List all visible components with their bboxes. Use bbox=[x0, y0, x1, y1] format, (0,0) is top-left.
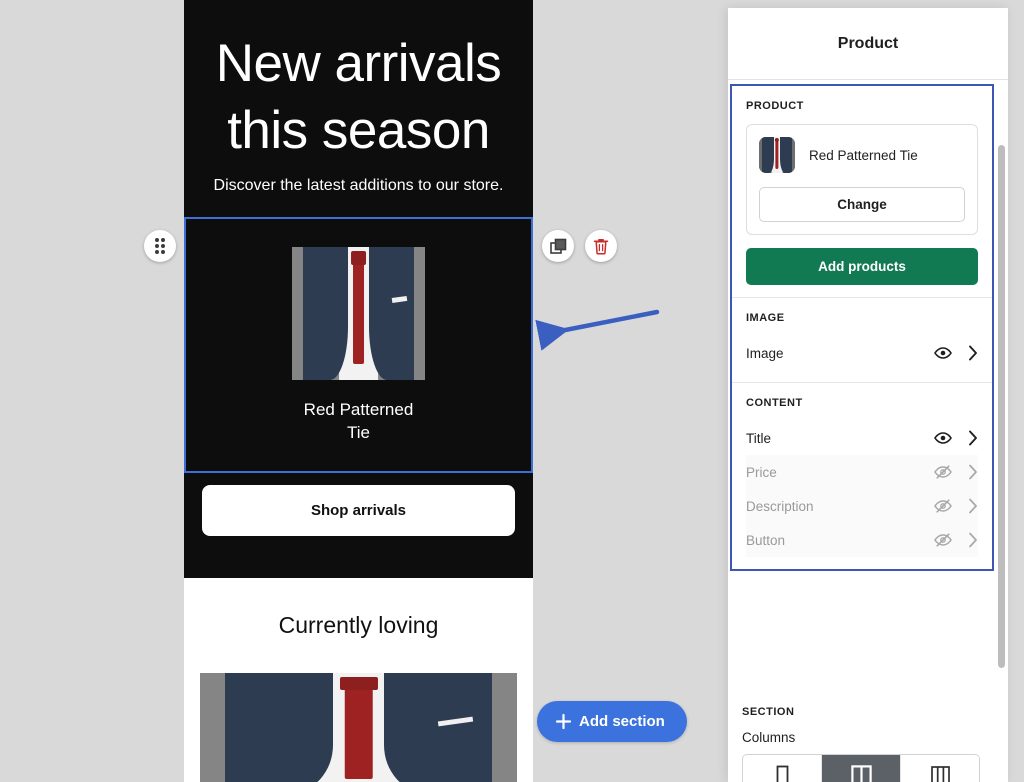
suit-illustration bbox=[200, 673, 517, 782]
columns-label: Columns bbox=[742, 730, 796, 745]
three-column-icon bbox=[930, 766, 950, 782]
product-name: Red Patterned Tie bbox=[809, 147, 918, 163]
product-settings-group: PRODUCT Red Patterned Tie Change Add pro… bbox=[732, 86, 992, 297]
product-block-image bbox=[292, 246, 425, 380]
section-settings-group: SECTION Columns bbox=[728, 692, 994, 782]
eye-off-icon[interactable] bbox=[934, 499, 952, 513]
currently-loving-title: Currently loving bbox=[278, 612, 439, 639]
eye-off-icon[interactable] bbox=[934, 533, 952, 547]
change-product-button[interactable]: Change bbox=[759, 187, 965, 222]
suit-illustration bbox=[292, 246, 425, 380]
hero-cta-wrapper: Shop arrivals bbox=[184, 473, 533, 579]
delete-block-button[interactable] bbox=[585, 230, 617, 262]
hero-title-line-1: New arrivals bbox=[215, 34, 502, 93]
columns-option-1[interactable] bbox=[743, 755, 822, 782]
image-settings-group: IMAGE Image bbox=[732, 297, 992, 382]
hero-section[interactable]: New arrivals this season Discover the la… bbox=[184, 0, 533, 217]
hero-title: New arrivals this season bbox=[202, 30, 515, 165]
trash-icon bbox=[593, 238, 609, 255]
panel-scrollbar[interactable] bbox=[998, 145, 1005, 668]
columns-segmented-control[interactable] bbox=[742, 754, 980, 782]
two-column-icon bbox=[850, 765, 872, 782]
plus-icon bbox=[555, 713, 572, 730]
section-group-label: SECTION bbox=[742, 706, 795, 718]
add-section-button[interactable]: Add section bbox=[537, 701, 687, 742]
selected-product-block[interactable]: Red Patterned Tie bbox=[184, 216, 533, 474]
currently-loving-section[interactable]: Currently loving bbox=[184, 578, 533, 782]
product-caption-line-1: Red Patterned bbox=[303, 399, 414, 419]
setting-row-label: Image bbox=[746, 345, 784, 361]
setting-row-price[interactable]: Price bbox=[746, 455, 978, 489]
setting-row-title[interactable]: Title bbox=[746, 421, 978, 455]
setting-row-image[interactable]: Image bbox=[746, 336, 978, 370]
suit-illustration bbox=[759, 137, 795, 173]
chevron-right-icon[interactable] bbox=[968, 464, 978, 480]
duplicate-block-button[interactable] bbox=[542, 230, 574, 262]
panel-title: Product bbox=[837, 34, 899, 52]
add-section-label: Add section bbox=[579, 713, 665, 730]
selected-block-settings-outline: PRODUCT Red Patterned Tie Change Add pro… bbox=[730, 84, 994, 571]
selected-product-card[interactable]: Red Patterned Tie Change bbox=[746, 124, 978, 235]
setting-row-label: Title bbox=[746, 430, 772, 446]
block-drag-handle[interactable] bbox=[144, 230, 176, 262]
chevron-right-icon[interactable] bbox=[968, 498, 978, 514]
content-settings-group: CONTENT Title Price Description Button bbox=[732, 382, 992, 569]
chevron-right-icon[interactable] bbox=[968, 345, 978, 361]
hero-title-line-2: this season bbox=[227, 101, 490, 161]
image-group-label: IMAGE bbox=[746, 312, 785, 324]
eye-icon[interactable] bbox=[934, 346, 952, 360]
product-thumbnail bbox=[759, 137, 795, 173]
content-group-label: CONTENT bbox=[746, 397, 803, 409]
columns-option-3[interactable] bbox=[901, 755, 979, 782]
product-block-caption: Red Patterned Tie bbox=[186, 398, 531, 446]
setting-row-label: Button bbox=[746, 532, 786, 548]
setting-row-description[interactable]: Description bbox=[746, 489, 978, 523]
columns-option-2[interactable] bbox=[822, 755, 901, 782]
product-caption-line-2: Tie bbox=[347, 423, 370, 443]
panel-header: Product bbox=[728, 8, 1008, 80]
theme-preview-frame[interactable]: New arrivals this season Discover the la… bbox=[184, 0, 533, 782]
add-products-button[interactable]: Add products bbox=[746, 248, 978, 285]
setting-row-label: Description bbox=[746, 498, 814, 514]
setting-row-label: Price bbox=[746, 464, 777, 480]
one-column-icon bbox=[776, 765, 788, 782]
setting-row-button[interactable]: Button bbox=[746, 523, 978, 557]
eye-off-icon[interactable] bbox=[934, 465, 952, 479]
chevron-right-icon[interactable] bbox=[968, 430, 978, 446]
selected-product-row: Red Patterned Tie bbox=[759, 137, 965, 173]
drag-dots-icon bbox=[155, 238, 165, 254]
product-group-label: PRODUCT bbox=[746, 100, 804, 112]
panel-body[interactable]: PRODUCT Red Patterned Tie Change Add pro… bbox=[728, 80, 1008, 782]
shop-arrivals-button[interactable]: Shop arrivals bbox=[202, 485, 515, 537]
chevron-right-icon[interactable] bbox=[968, 532, 978, 548]
currently-loving-image bbox=[200, 673, 517, 782]
app-screen: New arrivals this season Discover the la… bbox=[0, 0, 1024, 782]
eye-icon[interactable] bbox=[934, 431, 952, 445]
duplicate-icon bbox=[549, 238, 566, 254]
hero-subtitle: Discover the latest additions to our sto… bbox=[213, 176, 504, 194]
settings-panel: Product PRODUCT Red Patterned Tie Change… bbox=[728, 8, 1008, 782]
